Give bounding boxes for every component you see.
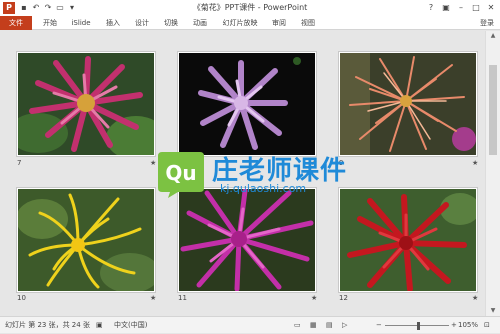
tab-slideshow[interactable]: 幻灯片放映: [220, 16, 260, 30]
tab-transitions[interactable]: 切换: [162, 16, 180, 30]
scroll-up-icon[interactable]: ▲: [486, 31, 500, 41]
login-link[interactable]: 登录: [480, 16, 494, 30]
close-icon[interactable]: ✕: [484, 0, 498, 16]
flower-image-12: [340, 189, 476, 291]
status-bar: 幻灯片 第 23 张，共 24 张 ▣ 中文(中国) ▭ ▦ ▤ ▷ − + 1…: [0, 316, 500, 333]
ribbon-tabs: 文件 开始 iSlide 插入 设计 切换 动画 幻灯片放映 审阅 视图 登录: [0, 16, 500, 30]
slide-number-7: 7: [17, 159, 22, 167]
flower-image-8: [179, 53, 315, 155]
animation-star-icon-12[interactable]: ★: [472, 294, 478, 302]
animation-star-icon-9[interactable]: ★: [472, 159, 478, 167]
flower-image-7: [18, 53, 154, 155]
watermark-logo-text: Qu: [165, 161, 196, 185]
tab-design[interactable]: 设计: [133, 16, 151, 30]
slide-sorter-view-icon[interactable]: ▦: [310, 317, 317, 334]
tab-insert[interactable]: 插入: [104, 16, 122, 30]
slide-thumbnail-7[interactable]: [16, 51, 156, 157]
slide-thumbnail-11[interactable]: [177, 187, 317, 293]
ribbon-options-icon[interactable]: ▣: [439, 0, 453, 16]
reading-view-icon[interactable]: ▤: [326, 317, 333, 334]
tab-islide[interactable]: iSlide: [69, 16, 93, 30]
zoom-level[interactable]: 105%: [458, 317, 478, 334]
zoom-out-icon[interactable]: −: [376, 317, 382, 334]
slide-thumbnail-12[interactable]: [338, 187, 478, 293]
flower-image-10: [18, 189, 154, 291]
slide-thumbnail-10[interactable]: [16, 187, 156, 293]
language-status[interactable]: 中文(中国): [114, 317, 147, 334]
restore-icon[interactable]: □: [469, 0, 483, 16]
slide-thumbnail-8[interactable]: [177, 51, 317, 157]
fit-to-window-icon[interactable]: ⊡: [484, 317, 490, 334]
animation-star-icon-10[interactable]: ★: [150, 294, 156, 302]
scroll-down-icon[interactable]: ▼: [486, 306, 500, 316]
scrollbar-thumb[interactable]: [489, 65, 497, 155]
slideshow-view-icon[interactable]: ▷: [342, 317, 347, 334]
zoom-slider-thumb[interactable]: [417, 322, 421, 330]
help-icon[interactable]: ?: [424, 0, 438, 16]
tab-review[interactable]: 审阅: [270, 16, 288, 30]
vertical-scrollbar[interactable]: ▲ ▼: [485, 31, 500, 316]
watermark: Qu 庄老师课件 kj.qulaoshi.com: [156, 148, 356, 198]
flower-image-11: [179, 189, 315, 291]
slide-thumbnail-9[interactable]: [338, 51, 478, 157]
tab-animations[interactable]: 动画: [191, 16, 209, 30]
zoom-in-icon[interactable]: +: [451, 317, 457, 334]
watermark-logo-icon: Qu: [158, 152, 204, 198]
slide-number-10: 10: [17, 294, 26, 302]
tab-home[interactable]: 开始: [40, 16, 60, 30]
flower-image-9: [340, 53, 476, 155]
minimize-icon[interactable]: –: [454, 0, 468, 16]
watermark-url: kj.qulaoshi.com: [220, 182, 307, 195]
slide-number-11: 11: [178, 294, 187, 302]
normal-view-icon[interactable]: ▭: [294, 317, 301, 334]
slide-info: 幻灯片 第 23 张，共 24 张: [5, 321, 90, 329]
animation-star-icon-11[interactable]: ★: [311, 294, 317, 302]
slide-number-12: 12: [339, 294, 348, 302]
title-bar: P ▪ ↶ ↷ ▭ ▾ 《菊花》PPT课件 - PowerPoint ? ▣ –…: [0, 0, 500, 16]
tab-file[interactable]: 文件: [0, 16, 32, 30]
tab-view[interactable]: 视图: [299, 16, 317, 30]
spellcheck-icon[interactable]: ▣: [96, 317, 103, 334]
